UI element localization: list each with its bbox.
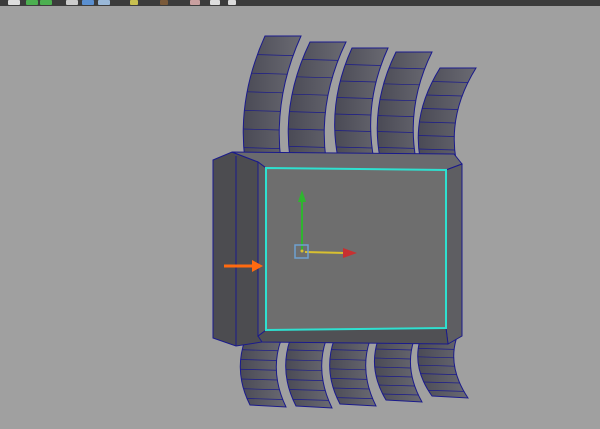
top-legs — [242, 35, 477, 163]
texture-icon[interactable] — [130, 0, 138, 5]
light-icon[interactable] — [98, 0, 110, 5]
layout-icon-2[interactable] — [40, 0, 52, 5]
frame-icon[interactable] — [210, 0, 220, 5]
layout-icon[interactable] — [26, 0, 38, 5]
camera-icon[interactable] — [82, 0, 94, 5]
selected-top-face — [265, 166, 447, 332]
render-icon[interactable] — [8, 0, 20, 5]
body-left-side — [212, 151, 263, 347]
isolate-icon[interactable] — [228, 0, 236, 5]
bottom-legs — [239, 339, 469, 409]
body-left-bevel — [257, 161, 267, 337]
sphere-icon[interactable] — [66, 0, 78, 5]
chip-model[interactable] — [0, 6, 600, 429]
snap-icon[interactable] — [190, 0, 200, 5]
body-right-bevel — [445, 163, 463, 345]
grid-icon[interactable] — [160, 0, 168, 5]
3d-viewport[interactable] — [0, 6, 600, 429]
